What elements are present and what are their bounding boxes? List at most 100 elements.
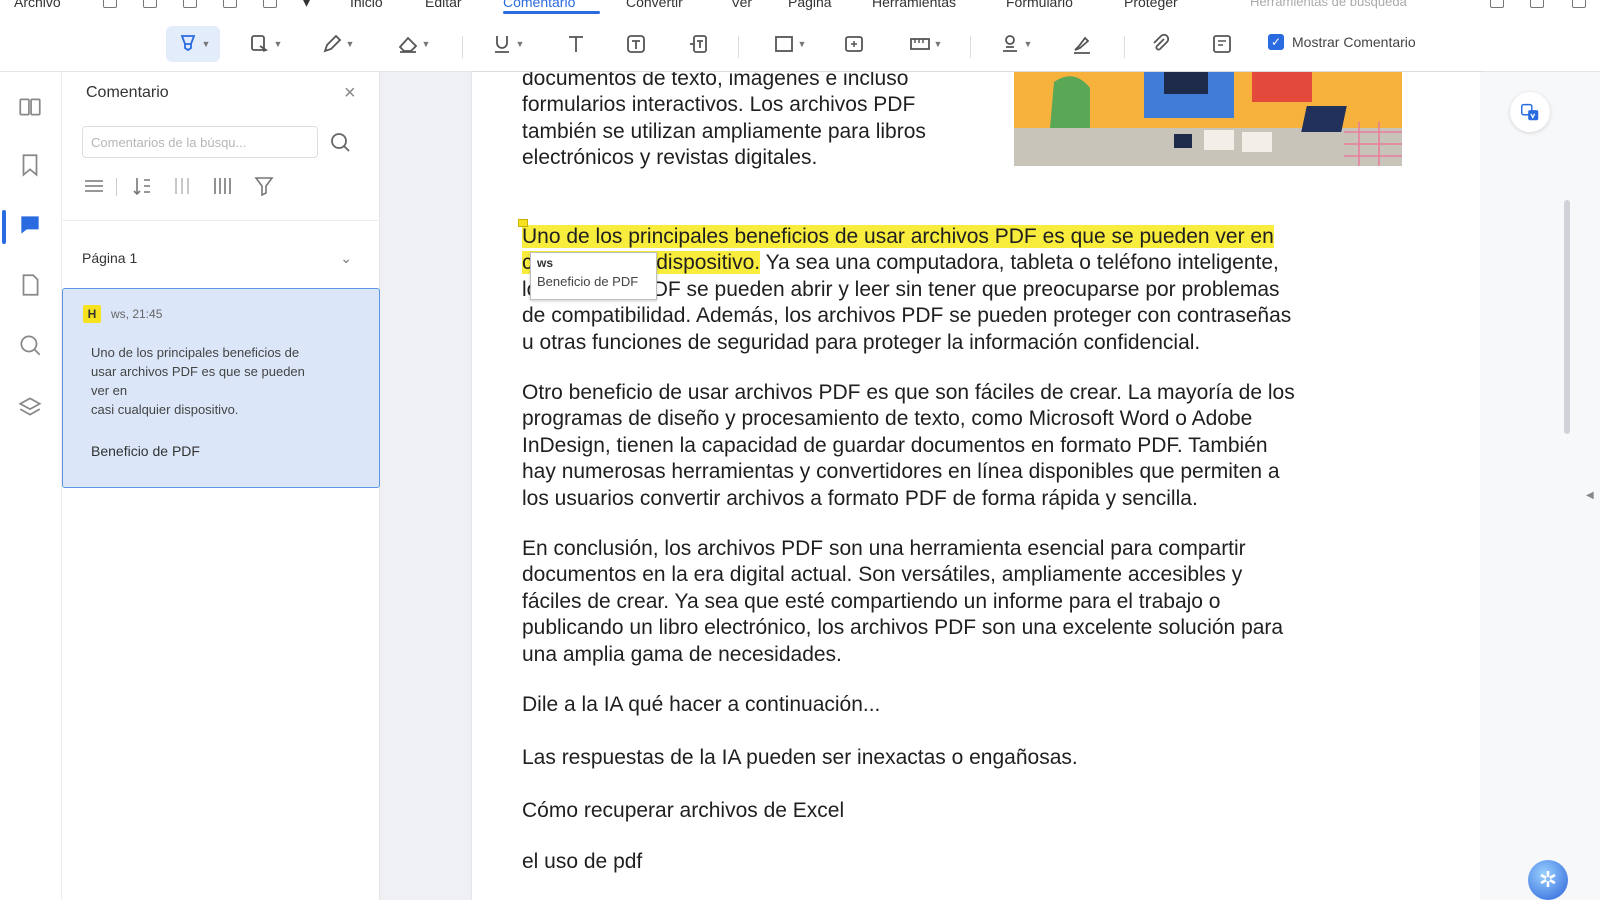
underline-tool-button[interactable]: ▼	[482, 26, 532, 62]
open-icon[interactable]	[143, 0, 157, 8]
textbox-icon	[627, 35, 645, 53]
comment-card[interactable]: H ws, 21:45 Uno de los principales benef…	[62, 288, 380, 488]
pdf-page: documentos de texto, imágenes e incluso …	[472, 72, 1484, 900]
rail-thumbnails[interactable]	[17, 94, 43, 120]
checkbox-checked-icon[interactable]: ✓	[1268, 34, 1284, 50]
highlighted-text[interactable]: Uno de los principales beneficios de usa…	[522, 225, 1274, 248]
show-comment-label: Mostrar Comentario	[1292, 34, 1416, 50]
translate-button[interactable]	[1510, 92, 1550, 132]
comment-meta: ws, 21:45	[111, 307, 163, 321]
window-icon[interactable]	[1572, 0, 1586, 8]
redo-icon[interactable]	[223, 0, 237, 8]
translate-icon	[1521, 103, 1539, 121]
measure-tool-button[interactable]: ▼	[900, 26, 950, 62]
measure-icon	[909, 38, 930, 50]
toolbar-divider	[1124, 36, 1125, 58]
filter-button[interactable]	[252, 174, 276, 198]
text-tool-button[interactable]	[560, 26, 592, 62]
share-icon[interactable]	[1490, 0, 1504, 8]
sort-button[interactable]	[130, 174, 154, 198]
menu-item-archivo[interactable]: Archivo	[14, 0, 61, 10]
comment-quote-line: casi cualquier dispositivo.	[91, 402, 239, 417]
collapse-button[interactable]	[210, 174, 234, 198]
highlight-type-badge: H	[83, 305, 101, 323]
menu-item-pagina[interactable]: Página	[788, 0, 832, 10]
rail-layers[interactable]	[17, 394, 43, 420]
chevron-down-icon: ▼	[201, 39, 211, 49]
comment-icon	[21, 216, 39, 234]
paperclip-icon	[1153, 33, 1170, 51]
quick-access-dropdown-icon[interactable]: ▾	[303, 0, 310, 11]
paragraph-2: Otro beneficio de usar archivos PDF es q…	[522, 380, 1295, 512]
search-icon	[331, 133, 350, 152]
menu-bar: Archivo ▾ Inicio Editar Comentario Conve…	[0, 0, 1600, 14]
search-button[interactable]	[328, 130, 352, 154]
expand-right-panel-icon[interactable]: ◀	[1586, 490, 1594, 501]
menu-item-herramientas[interactable]: Herramientas	[872, 0, 956, 10]
new-file-icon[interactable]	[103, 0, 117, 8]
chevron-down-icon[interactable]: ⌄	[340, 250, 352, 267]
signature-tool-button[interactable]	[1066, 26, 1098, 62]
shape-tool-button[interactable]: ▼	[764, 26, 814, 62]
text-line: publicando un libro electrónico, los arc…	[522, 616, 1284, 640]
text-line: también se utilizan ampliamente para lib…	[522, 119, 926, 143]
show-comment-toggle[interactable]: ✓ Mostrar Comentario	[1268, 34, 1416, 50]
expand-button[interactable]	[170, 174, 194, 198]
pencil-icon	[323, 34, 341, 53]
excel-line: Cómo recuperar archivos de Excel	[522, 799, 845, 822]
print-icon[interactable]	[263, 0, 277, 8]
pencil-tool-button[interactable]: ▼	[312, 26, 362, 62]
menu-item-proteger[interactable]: Proteger	[1124, 0, 1178, 10]
comment-quote: Uno de los principales beneficios de usa…	[91, 343, 341, 419]
rail-bookmarks[interactable]	[17, 152, 43, 178]
comment-list-button[interactable]	[1206, 26, 1238, 62]
menu-item-ver[interactable]: Ver	[731, 0, 752, 10]
panel-divider	[62, 220, 380, 221]
close-icon[interactable]: ×	[344, 82, 356, 105]
thumbnails-icon	[19, 98, 41, 116]
vertical-scrollbar[interactable]	[1564, 200, 1570, 434]
undo-icon[interactable]	[183, 0, 197, 8]
pdf-use-line: el uso de pdf	[522, 850, 643, 873]
highlight-tool-button[interactable]: ▼	[166, 26, 220, 62]
tools-search-hint[interactable]: Herramientas de búsqueda	[1250, 0, 1407, 9]
rail-attachments[interactable]	[17, 272, 43, 298]
ai-assistant-icon: ✲	[1538, 867, 1558, 892]
text-line: Otro beneficio de usar archivos PDF es q…	[522, 381, 1295, 404]
rail-search[interactable]	[17, 332, 43, 358]
stamp-tool-button[interactable]: ▼	[990, 26, 1040, 62]
rail-comments[interactable]	[17, 212, 43, 238]
collapse-all-button[interactable]	[82, 174, 106, 198]
menu-item-editar[interactable]: Editar	[425, 0, 462, 10]
eraser-tool-button[interactable]: ▼	[388, 26, 438, 62]
menu-item-comentario[interactable]: Comentario	[503, 0, 575, 10]
comment-anchor-icon[interactable]	[518, 219, 528, 227]
document-viewport: documentos de texto, imágenes e incluso …	[380, 72, 1484, 900]
search-icon	[20, 335, 41, 356]
note-tool-button[interactable]	[838, 26, 870, 62]
chevron-down-icon: ▼	[797, 39, 807, 49]
menu-item-inicio[interactable]: Inicio	[350, 0, 383, 10]
ai-assistant-button[interactable]: ✲	[1528, 860, 1568, 900]
textbox-tool-button[interactable]	[620, 26, 652, 62]
text-line: fáciles de crear. Ya sea que esté compar…	[522, 589, 1221, 613]
rectangle-icon	[774, 36, 793, 52]
attachment-tool-button[interactable]	[1144, 26, 1176, 62]
area-highlight-button[interactable]: ▼	[240, 26, 290, 62]
layers-icon	[18, 397, 42, 416]
intro-paragraph: documentos de texto, imágenes e incluso …	[522, 72, 926, 172]
comment-search-input[interactable]	[82, 126, 318, 158]
list-icon	[85, 180, 103, 192]
menu-item-formulario[interactable]: Formulario	[1006, 0, 1073, 10]
ai-warning-line: Las respuestas de la IA pueden ser inexa…	[522, 746, 1078, 769]
menu-item-convertir[interactable]: Convertir	[626, 0, 683, 10]
callout-tool-button[interactable]	[682, 26, 714, 62]
left-sidebar-rail	[0, 72, 62, 900]
text-line: documentos de texto, imágenes e incluso	[522, 72, 909, 90]
account-icon[interactable]	[1530, 0, 1544, 8]
text-line: Ya sea una computadora, tableta o teléfo…	[760, 251, 1279, 275]
text-line: los usuarios convertir archivos a format…	[522, 486, 1198, 510]
page-group-header[interactable]: Página 1 ⌄	[82, 250, 360, 274]
stamp-icon	[1002, 35, 1017, 52]
callout-icon	[690, 35, 707, 53]
